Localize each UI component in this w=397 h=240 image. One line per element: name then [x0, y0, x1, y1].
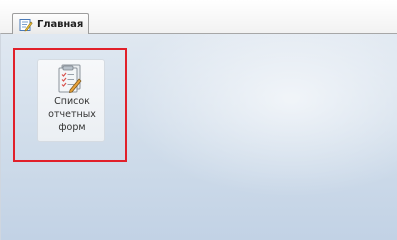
report-forms-label-line-3: форм [58, 122, 86, 133]
edit-document-icon [19, 17, 33, 32]
report-forms-shortcut[interactable]: Список отчетных форм [37, 59, 105, 142]
report-forms-label-line-1: Список [54, 96, 90, 107]
tab-home-label: Главная [37, 18, 84, 30]
tab-bar: Главная [0, 0, 397, 34]
app-window: Главная Список отчетных форм [0, 0, 397, 240]
report-forms-label: Список отчетных форм [38, 95, 106, 134]
tab-home[interactable]: Главная [12, 13, 89, 34]
report-forms-icon [53, 63, 87, 95]
report-forms-label-line-2: отчетных [48, 109, 96, 120]
